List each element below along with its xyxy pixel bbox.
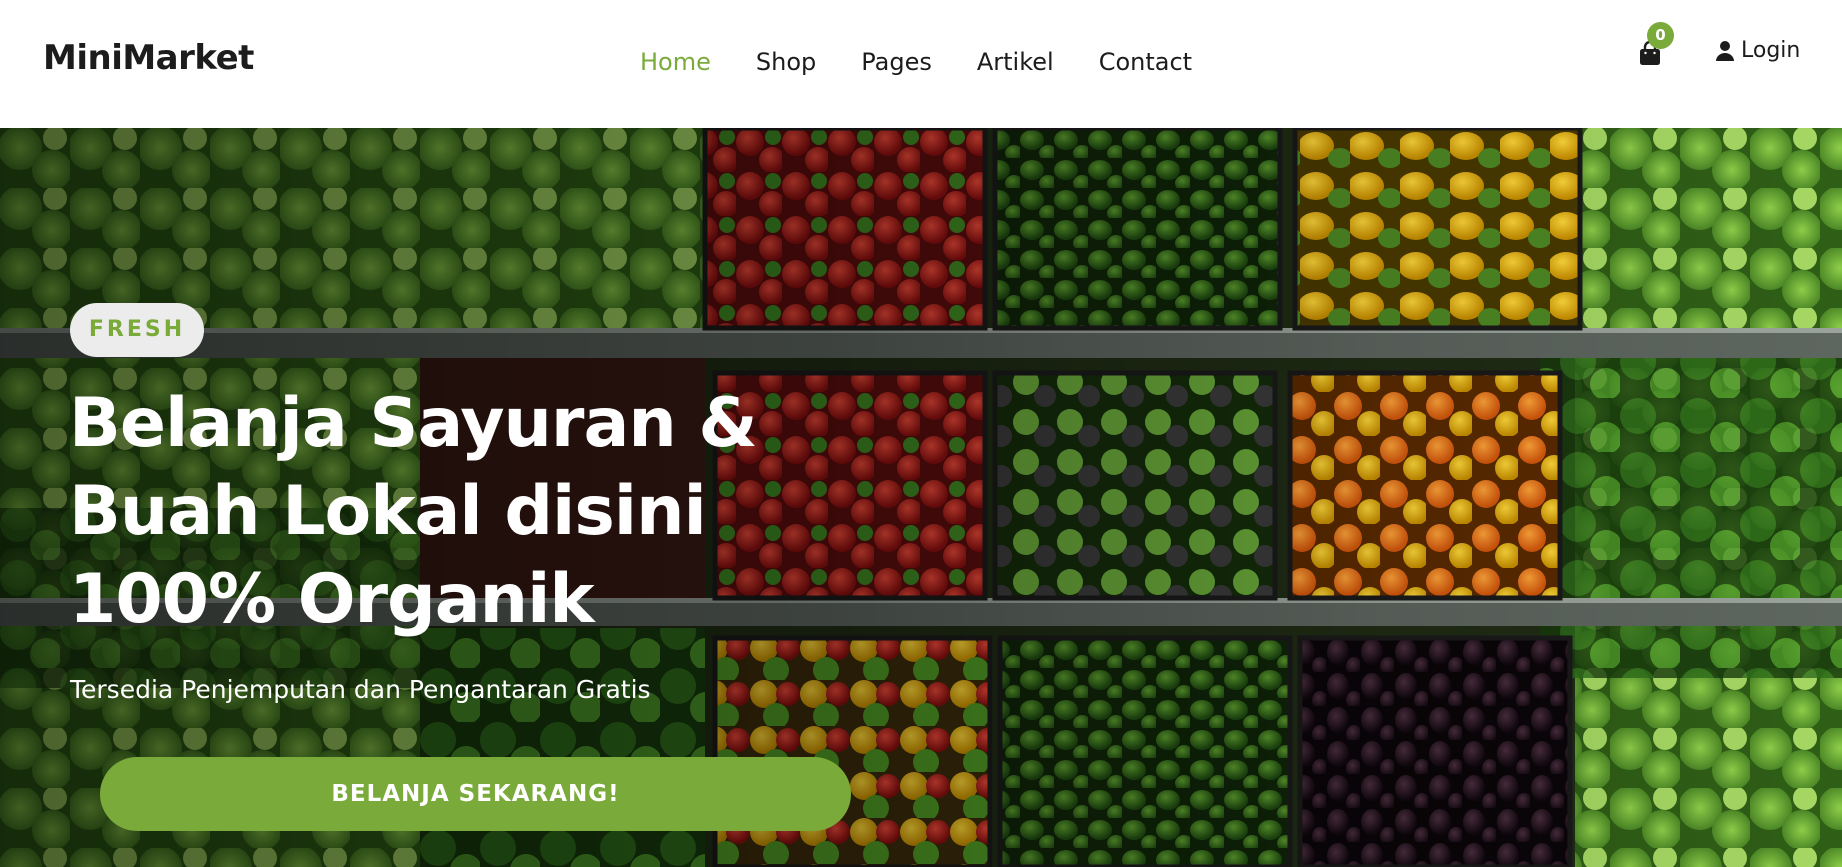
hero-title-line-3: 100% Organik xyxy=(69,560,595,639)
nav-pages[interactable]: Pages xyxy=(861,48,932,76)
hero-subtitle: Tersedia Penjemputan dan Pengantaran Gra… xyxy=(70,675,651,704)
nav-contact[interactable]: Contact xyxy=(1099,48,1192,76)
hero-title: Belanja Sayuran & Buah Lokal disini 100%… xyxy=(69,380,829,644)
hero-banner: FRESH Belanja Sayuran & Buah Lokal disin… xyxy=(0,128,1842,867)
nav-home[interactable]: Home xyxy=(640,48,711,76)
nav-artikel[interactable]: Artikel xyxy=(977,48,1054,76)
login-label: Login xyxy=(1741,38,1801,63)
shop-now-button[interactable]: BELANJA SEKARANG! xyxy=(100,757,851,831)
cart-button[interactable]: 0 xyxy=(1637,22,1674,68)
nav-shop[interactable]: Shop xyxy=(756,48,816,76)
main-nav: Home Shop Pages Artikel Contact xyxy=(640,48,1237,76)
hero-title-line-2: Buah Lokal disini xyxy=(69,472,707,551)
fresh-badge: FRESH xyxy=(70,303,204,357)
cart-count-badge: 0 xyxy=(1647,22,1674,49)
user-icon xyxy=(1716,40,1734,61)
site-header: MiniMarket Home Shop Pages Artikel Conta… xyxy=(0,0,1842,128)
hero-title-line-1: Belanja Sayuran & xyxy=(69,384,758,463)
brand-logo[interactable]: MiniMarket xyxy=(43,38,254,78)
login-link[interactable]: Login xyxy=(1715,38,1800,63)
